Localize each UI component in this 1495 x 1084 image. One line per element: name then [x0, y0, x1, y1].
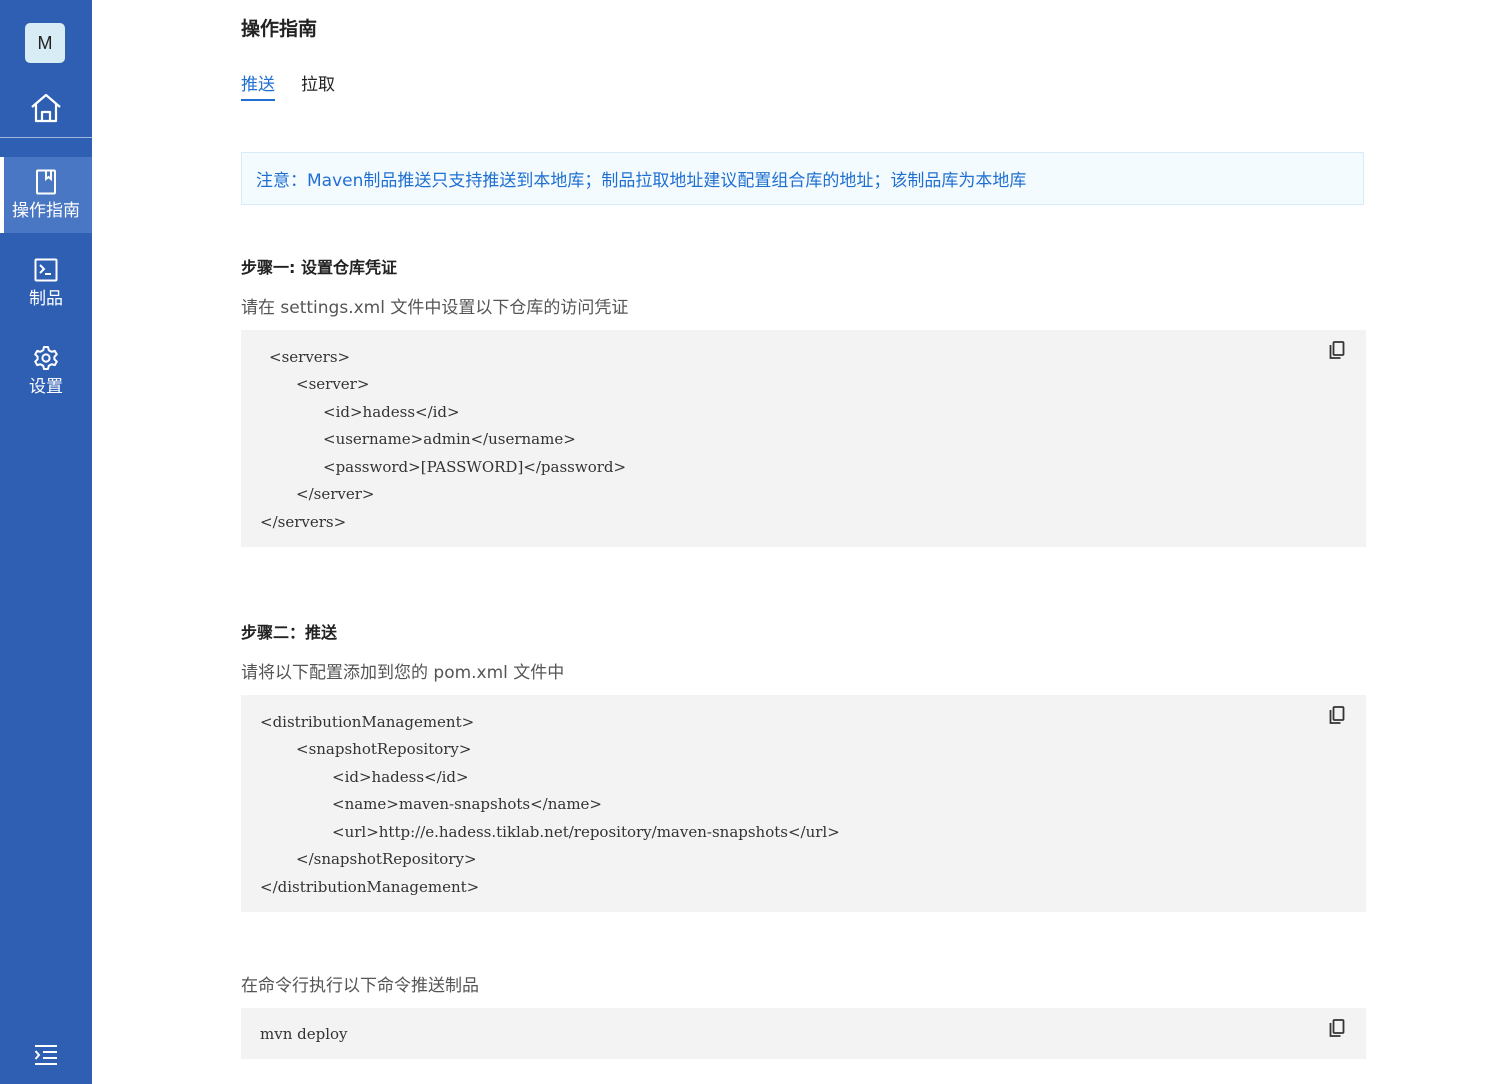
code-block-pom: <distributionManagement> <snapshotReposi…: [241, 695, 1366, 912]
step2-description: 请将以下配置添加到您的 pom.xml 文件中: [241, 663, 565, 683]
terminal-icon: [33, 257, 59, 283]
copy-button[interactable]: [1328, 1019, 1346, 1041]
code-line: </servers>: [260, 513, 347, 531]
code-line: <servers>: [269, 348, 351, 366]
code-line: </distributionManagement>: [260, 878, 480, 896]
copy-button[interactable]: [1328, 706, 1346, 728]
notice-text: 注意：Maven制品推送只支持推送到本地库；制品拉取地址建议配置组合库的地址；该…: [256, 171, 1027, 191]
page-title: 操作指南: [241, 18, 318, 40]
code-line: <id>hadess</id>: [332, 768, 469, 786]
step1-title: 步骤一: 设置仓库凭证: [241, 258, 397, 277]
home-button[interactable]: [0, 88, 92, 132]
tab-push[interactable]: 推送: [241, 70, 275, 101]
code-line: <distributionManagement>: [260, 713, 475, 731]
sidebar-item-label: 操作指南: [12, 201, 80, 221]
menu-collapse-icon: [34, 1044, 58, 1070]
gear-icon: [33, 345, 59, 371]
notice-banner: 注意：Maven制品推送只支持推送到本地库；制品拉取地址建议配置组合库的地址；该…: [241, 152, 1364, 205]
code-block-settings: <servers> <server> <id>hadess</id> <user…: [241, 330, 1366, 547]
code-line: <snapshotRepository>: [296, 740, 472, 758]
code-line: </snapshotRepository>: [296, 850, 477, 868]
avatar[interactable]: M: [25, 23, 65, 63]
tabs: 推送 拉取: [241, 70, 361, 101]
copy-icon: [1329, 341, 1345, 363]
home-icon: [29, 92, 63, 128]
collapse-sidebar-button[interactable]: [33, 1045, 59, 1069]
code-line: mvn deploy: [260, 1025, 348, 1043]
sidebar: M 操作指南 制品 设置: [0, 0, 92, 1084]
code-block-command: mvn deploy: [241, 1008, 1366, 1059]
copy-icon: [1329, 706, 1345, 728]
step1-description: 请在 settings.xml 文件中设置以下仓库的访问凭证: [241, 298, 629, 318]
sidebar-item-artifacts[interactable]: 制品: [0, 245, 92, 321]
code-line: <name>maven-snapshots</name>: [332, 795, 602, 813]
code-line: <password>[PASSWORD]</password>: [323, 458, 627, 476]
book-icon: [33, 169, 59, 195]
sidebar-item-label: 制品: [29, 289, 63, 309]
code-line: <server>: [296, 375, 370, 393]
sidebar-item-guide[interactable]: 操作指南: [0, 157, 92, 233]
tab-pull[interactable]: 拉取: [301, 70, 335, 101]
code-line: <url>http://e.hadess.tiklab.net/reposito…: [332, 823, 840, 841]
step3-description: 在命令行执行以下命令推送制品: [241, 976, 479, 996]
sidebar-item-label: 设置: [29, 377, 63, 397]
copy-icon: [1329, 1019, 1345, 1041]
sidebar-item-settings[interactable]: 设置: [0, 333, 92, 409]
code-line: </server>: [296, 485, 375, 503]
sidebar-divider: [0, 137, 92, 138]
step2-title: 步骤二：推送: [241, 623, 338, 642]
code-line: <id>hadess</id>: [323, 403, 460, 421]
copy-button[interactable]: [1328, 341, 1346, 363]
code-line: <username>admin</username>: [323, 430, 576, 448]
avatar-letter: M: [37, 32, 53, 53]
